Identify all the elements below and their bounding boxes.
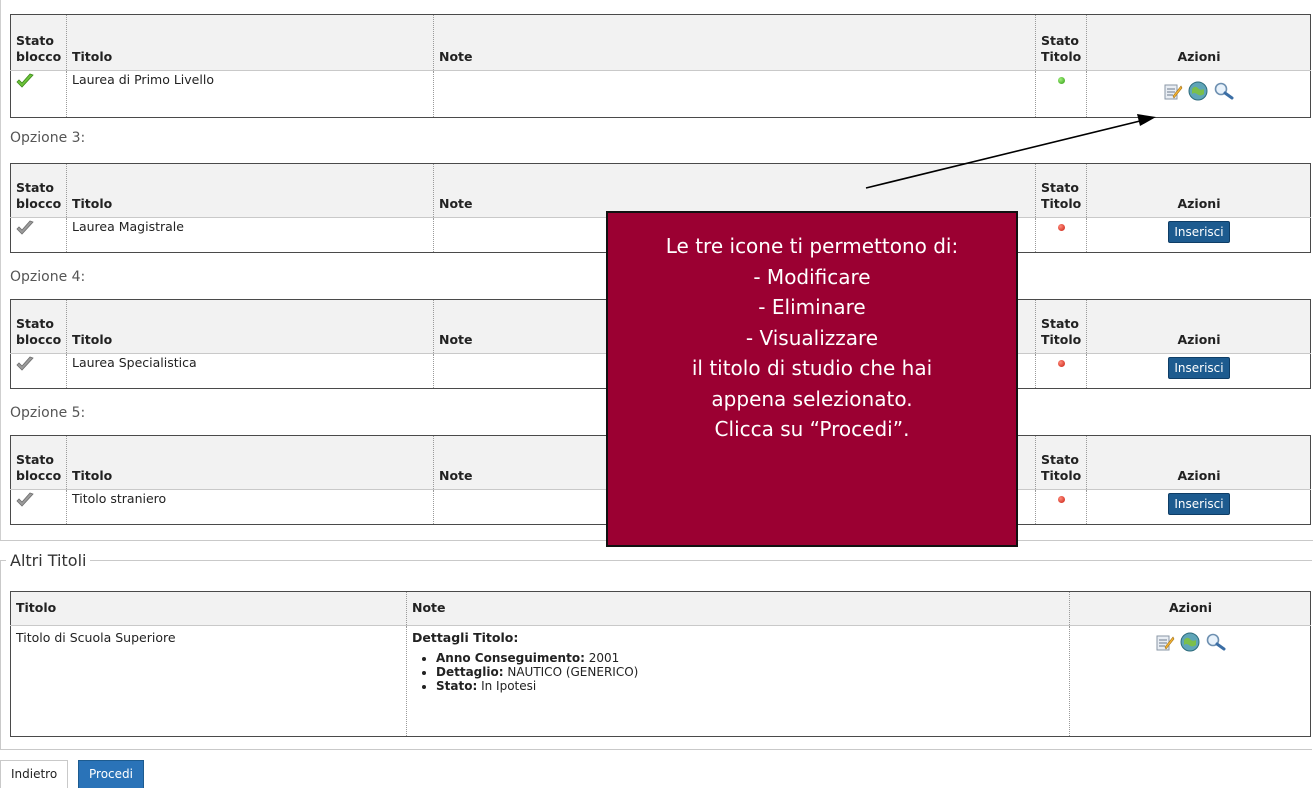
callout-line: appena selezionato. [711,386,913,411]
callout-line: Le tre icone ti permettono di: [665,234,959,258]
callout-line: - Modificare [753,264,871,289]
callout-line: il titolo di studio che hai [691,356,933,380]
callout-line: - Visualizzare [745,325,879,350]
instruction-callout: Le tre icone ti permettono di: - Modific… [606,211,1018,547]
callout-line: Clicca su “Procedi”. [714,417,910,441]
callout-line: - Eliminare [758,295,866,319]
